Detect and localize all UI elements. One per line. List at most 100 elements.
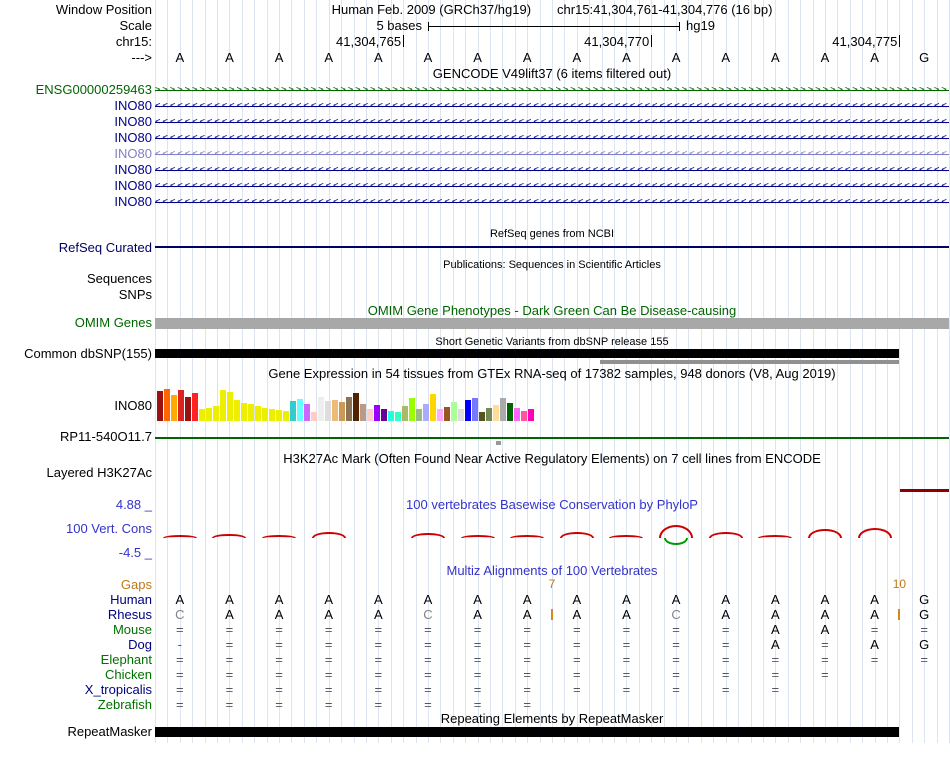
gtex-bar[interactable] [325, 401, 331, 421]
species-label[interactable]: Mouse [0, 622, 152, 637]
species-label[interactable]: X_tropicalis [0, 682, 152, 697]
gtex-bar[interactable] [297, 399, 303, 421]
sequences-label[interactable]: Sequences [0, 271, 152, 287]
gtex-bar[interactable] [290, 401, 296, 421]
multiz-row-human[interactable]: Human A A A A A A A A A A A A A A A G [0, 592, 950, 607]
gene-row-INO80[interactable]: INO80 <<<<<<<<<<<<<<<<<<<<<<<<<<<<<<<<<<<… [0, 114, 950, 130]
gtex-bar[interactable] [507, 403, 513, 421]
gtex-bar[interactable] [311, 412, 317, 421]
gtex-bar[interactable] [192, 393, 198, 421]
gtex-bar[interactable] [255, 406, 261, 421]
gtex-bar[interactable] [395, 412, 401, 421]
gtex-bar[interactable] [157, 391, 163, 421]
gene-row-ENSG00000259463[interactable]: ENSG00000259463 >>>>>>>>>>>>>>>>>>>>>>>>>… [0, 82, 950, 98]
gaps-label[interactable]: Gaps [0, 577, 152, 592]
multiz-row-rhesus[interactable]: Rhesus C A A A A C A A A A C A A A A G [0, 607, 950, 622]
gtex-bar[interactable] [514, 408, 520, 421]
gtex-title[interactable]: Gene Expression in 54 tissues from GTEx … [155, 366, 949, 382]
multiz-row-x_tropicalis[interactable]: X_tropicalis = = = = = = = = = = = = = [0, 682, 950, 697]
gtex-bar[interactable] [360, 404, 366, 421]
gene-row-INO80[interactable]: INO80 <<<<<<<<<<<<<<<<<<<<<<<<<<<<<<<<<<<… [0, 98, 950, 114]
multiz-row-elephant[interactable]: Elephant = = = = = = = = = = = = = = = = [0, 652, 950, 667]
gtex-bar[interactable] [199, 409, 205, 421]
gtex-bar[interactable] [339, 402, 345, 421]
gtex-bar[interactable] [479, 412, 485, 421]
species-label[interactable]: Elephant [0, 652, 152, 667]
refseq-label[interactable]: RefSeq Curated [0, 240, 152, 256]
refseq-gene-line[interactable] [155, 246, 949, 248]
gtex-bar[interactable] [276, 410, 282, 421]
rp11-gene-line[interactable] [155, 437, 949, 439]
gencode-title[interactable]: GENCODE V49lift37 (6 items filtered out) [155, 66, 949, 82]
gtex-bar[interactable] [430, 394, 436, 421]
gtex-bar[interactable] [402, 406, 408, 421]
gtex-bar[interactable] [367, 409, 373, 421]
h3k27ac-signal[interactable] [900, 489, 949, 492]
gtex-bar[interactable] [178, 390, 184, 421]
gene-row-INO80[interactable]: INO80 <<<<<<<<<<<<<<<<<<<<<<<<<<<<<<<<<<<… [0, 178, 950, 194]
gene-label[interactable]: ENSG00000259463 [0, 82, 152, 98]
gtex-bar[interactable] [283, 411, 289, 421]
gtex-bar[interactable] [353, 393, 359, 421]
omim-gene-bar[interactable] [155, 318, 949, 329]
gtex-bar[interactable] [521, 411, 527, 421]
gtex-bar[interactable] [318, 397, 324, 421]
gtex-bar[interactable] [472, 398, 478, 421]
gtex-bar[interactable] [241, 403, 247, 421]
gtex-bar[interactable] [269, 409, 275, 421]
gtex-gene-label[interactable]: INO80 [0, 398, 152, 414]
gtex-bar[interactable] [346, 397, 352, 421]
gtex-bar[interactable] [409, 398, 415, 421]
gtex-bar[interactable] [423, 404, 429, 421]
gtex-bar[interactable] [213, 406, 219, 421]
repeatmasker-label[interactable]: RepeatMasker [0, 725, 152, 739]
gene-label[interactable]: INO80 [0, 98, 152, 114]
gtex-bar[interactable] [437, 409, 443, 421]
species-label[interactable]: Chicken [0, 667, 152, 682]
gtex-bar[interactable] [304, 404, 310, 421]
species-label[interactable]: Rhesus [0, 607, 152, 622]
species-label[interactable]: Zebrafish [0, 697, 152, 712]
gtex-bar[interactable] [332, 400, 338, 421]
dbsnp-variant-bar[interactable] [155, 349, 899, 358]
gene-row-INO80[interactable]: INO80 <<<<<<<<<<<<<<<<<<<<<<<<<<<<<<<<<<<… [0, 130, 950, 146]
gtex-bar[interactable] [374, 405, 380, 421]
gene-label[interactable]: INO80 [0, 114, 152, 130]
gtex-bar[interactable] [227, 392, 233, 421]
gene-row-INO80[interactable]: INO80 <<<<<<<<<<<<<<<<<<<<<<<<<<<<<<<<<<<… [0, 194, 950, 210]
gtex-bar[interactable] [171, 395, 177, 421]
omim-label[interactable]: OMIM Genes [0, 316, 152, 330]
gene-row-INO80[interactable]: INO80 <<<<<<<<<<<<<<<<<<<<<<<<<<<<<<<<<<<… [0, 146, 950, 162]
gtex-bar[interactable] [458, 409, 464, 421]
rp11-label[interactable]: RP11-540O11.7 [0, 430, 152, 444]
gtex-bar[interactable] [248, 404, 254, 421]
gtex-bar[interactable] [528, 409, 534, 421]
gtex-bar[interactable] [416, 409, 422, 421]
gtex-bar[interactable] [164, 389, 170, 421]
multiz-row-chicken[interactable]: Chicken = = = = = = = = = = = = = = [0, 667, 950, 682]
gtex-bar[interactable] [206, 408, 212, 421]
dbsnp-variant-bar-secondary[interactable] [600, 360, 899, 364]
gtex-bar[interactable] [185, 397, 191, 421]
gene-label[interactable]: INO80 [0, 194, 152, 210]
repeatmasker-bar[interactable] [155, 727, 899, 737]
gtex-bar[interactable] [486, 408, 492, 421]
species-label[interactable]: Dog [0, 637, 152, 652]
h3k27ac-label[interactable]: Layered H3K27Ac [0, 465, 152, 481]
gene-label[interactable]: INO80 [0, 146, 152, 162]
gtex-bar[interactable] [451, 402, 457, 421]
gtex-bar[interactable] [500, 398, 506, 421]
snps-label[interactable]: SNPs [0, 287, 152, 303]
gene-label[interactable]: INO80 [0, 130, 152, 146]
species-label[interactable]: Human [0, 592, 152, 607]
gene-label[interactable]: INO80 [0, 178, 152, 194]
dbsnp-label[interactable]: Common dbSNP(155) [0, 347, 152, 360]
gene-row-INO80[interactable]: INO80 <<<<<<<<<<<<<<<<<<<<<<<<<<<<<<<<<<<… [0, 162, 950, 178]
multiz-row-mouse[interactable]: Mouse = = = = = = = = = = = = A A = = [0, 622, 950, 637]
multiz-row-zebrafish[interactable]: Zebrafish = = = = = = = = [0, 697, 950, 712]
phylop-title[interactable]: 100 vertebrates Basewise Conservation by… [155, 497, 949, 513]
multiz-row-dog[interactable]: Dog - = = = = = = = = = = = A = A G [0, 637, 950, 652]
gtex-bar[interactable] [493, 405, 499, 421]
gtex-bar[interactable] [465, 400, 471, 421]
gtex-bar[interactable] [234, 400, 240, 421]
